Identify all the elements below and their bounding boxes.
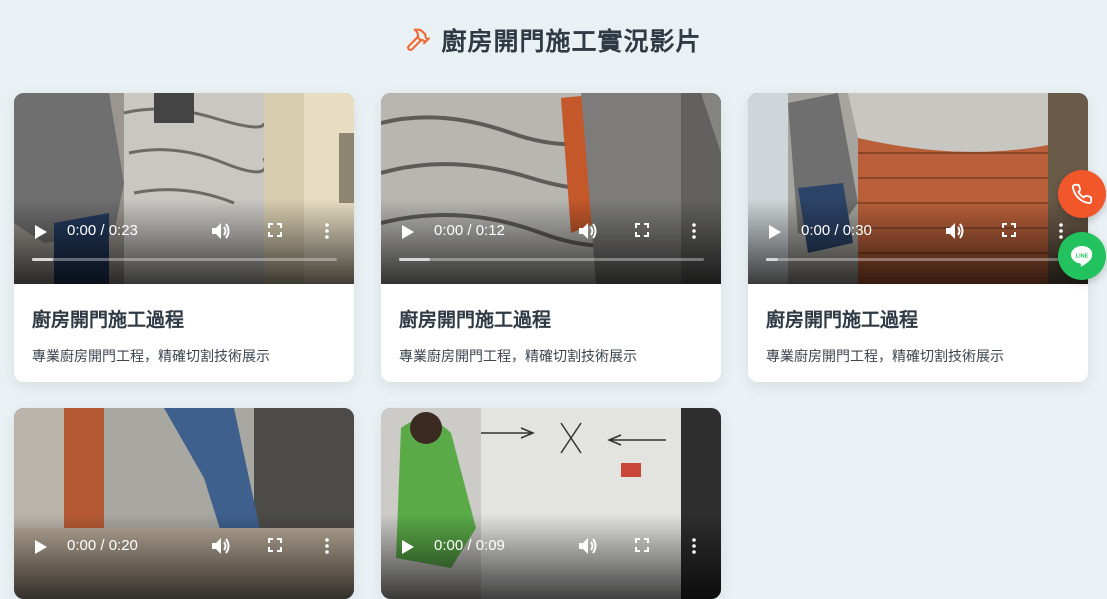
play-icon[interactable] xyxy=(34,224,48,240)
video-progress-bar[interactable] xyxy=(766,258,1071,261)
more-options-icon[interactable] xyxy=(323,538,331,554)
video-player[interactable]: 0:00 / 0:20 xyxy=(14,408,354,599)
play-icon[interactable] xyxy=(401,539,415,555)
video-controls xyxy=(381,199,721,284)
fullscreen-icon[interactable] xyxy=(268,223,282,237)
fullscreen-icon[interactable] xyxy=(1002,223,1016,237)
video-title: 廚房開門施工過程 xyxy=(766,309,919,331)
fullscreen-icon[interactable] xyxy=(268,538,282,552)
video-player[interactable]: 0:00 / 0:12 xyxy=(381,93,721,284)
video-time: 0:00 / 0:20 xyxy=(67,537,138,554)
video-progress-bar[interactable] xyxy=(399,258,704,261)
volume-icon[interactable] xyxy=(578,222,598,240)
video-info: 廚房開門施工過程 專業廚房開門工程，精確切割技術展示 xyxy=(381,284,721,382)
play-icon[interactable] xyxy=(34,539,48,555)
video-player[interactable]: 0:00 / 0:30 xyxy=(748,93,1088,284)
video-player[interactable]: 0:00 / 0:23 xyxy=(14,93,354,284)
page-title: 廚房開門施工實況影片 xyxy=(441,27,702,56)
video-card: 0:00 / 0:23 廚房開門施工過程 專業廚房開門工程，精確切割技術展示 xyxy=(14,93,354,382)
section-header: 廚房開門施工實況影片 xyxy=(0,22,1107,58)
more-options-icon[interactable] xyxy=(690,538,698,554)
video-description: 專業廚房開門工程，精確切割技術展示 xyxy=(766,349,1004,365)
phone-icon xyxy=(1072,183,1093,204)
video-card: 0:00 / 0:20 xyxy=(14,408,354,599)
volume-icon[interactable] xyxy=(211,537,231,555)
play-icon[interactable] xyxy=(401,224,415,240)
video-controls xyxy=(14,514,354,599)
video-controls xyxy=(14,199,354,284)
video-card: 0:00 / 0:09 xyxy=(381,408,721,599)
video-time: 0:00 / 0:09 xyxy=(434,537,505,554)
video-card: 0:00 / 0:12 廚房開門施工過程 專業廚房開門工程，精確切割技術展示 xyxy=(381,93,721,382)
video-card: 0:00 / 0:30 廚房開門施工過程 專業廚房開門工程，精確切割技術展示 xyxy=(748,93,1088,382)
fullscreen-icon[interactable] xyxy=(635,223,649,237)
line-button[interactable]: LINE xyxy=(1058,232,1106,280)
video-info: 廚房開門施工過程 專業廚房開門工程，精確切割技術展示 xyxy=(14,284,354,382)
more-options-icon[interactable] xyxy=(690,223,698,239)
svg-text:LINE: LINE xyxy=(1076,254,1089,260)
volume-icon[interactable] xyxy=(578,537,598,555)
video-progress-fill xyxy=(399,258,430,261)
video-controls xyxy=(748,199,1088,284)
more-options-icon[interactable] xyxy=(323,223,331,239)
line-icon: LINE xyxy=(1071,246,1093,267)
video-progress-fill xyxy=(766,258,779,261)
volume-icon[interactable] xyxy=(945,222,965,240)
play-icon[interactable] xyxy=(768,224,782,240)
video-title: 廚房開門施工過程 xyxy=(399,309,552,331)
video-time: 0:00 / 0:30 xyxy=(801,222,872,239)
video-info: 廚房開門施工過程 專業廚房開門工程，精確切割技術展示 xyxy=(748,284,1088,382)
video-title: 廚房開門施工過程 xyxy=(32,309,185,331)
more-options-icon[interactable] xyxy=(1057,223,1065,239)
hammer-icon xyxy=(407,28,431,51)
video-description: 專業廚房開門工程，精確切割技術展示 xyxy=(399,349,637,365)
phone-button[interactable] xyxy=(1058,170,1106,218)
video-time: 0:00 / 0:12 xyxy=(434,222,505,239)
video-player[interactable]: 0:00 / 0:09 xyxy=(381,408,721,599)
volume-icon[interactable] xyxy=(211,222,231,240)
video-progress-bar[interactable] xyxy=(32,258,337,261)
video-time: 0:00 / 0:23 xyxy=(67,222,138,239)
video-description: 專業廚房開門工程，精確切割技術展示 xyxy=(32,349,270,365)
fullscreen-icon[interactable] xyxy=(635,538,649,552)
video-progress-fill xyxy=(32,258,54,261)
video-controls xyxy=(381,514,721,599)
